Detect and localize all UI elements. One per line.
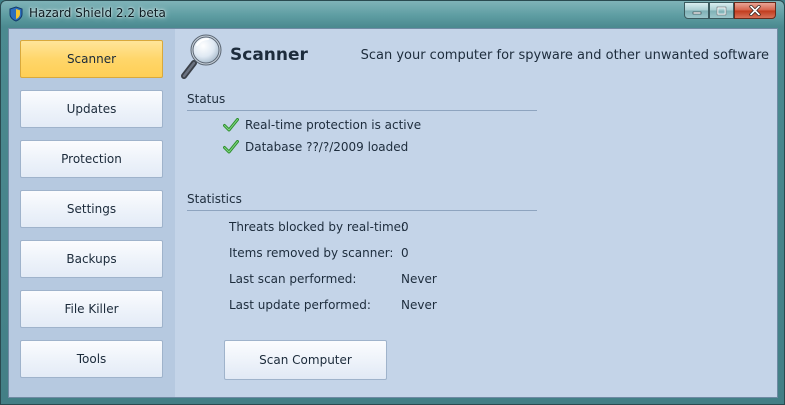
green-check-icon <box>223 140 239 154</box>
sidebar-item-scanner[interactable]: Scanner <box>20 40 163 78</box>
statistics-divider <box>187 210 537 211</box>
page-header: Scanner Scan your computer for spyware a… <box>175 29 777 85</box>
sidebar-item-file-killer[interactable]: File Killer <box>20 290 163 328</box>
stat-label: Items removed by scanner: <box>229 246 394 260</box>
status-text: Real-time protection is active <box>245 118 422 132</box>
stat-value: 0 <box>401 220 409 234</box>
app-window: Hazard Shield 2.2 beta Scanner Updates P… <box>0 0 785 405</box>
stat-label: Last update performed: <box>229 298 371 312</box>
sidebar-item-settings[interactable]: Settings <box>20 190 163 228</box>
status-section-label: Status <box>187 92 226 106</box>
sidebar: Scanner Updates Protection Settings Back… <box>9 29 175 397</box>
minimize-icon <box>692 11 701 14</box>
green-check-icon <box>223 118 239 132</box>
sidebar-item-tools[interactable]: Tools <box>20 340 163 378</box>
title-bar[interactable]: Hazard Shield 2.2 beta <box>1 1 784 27</box>
status-item-realtime: Real-time protection is active <box>223 118 421 132</box>
main-panel: Scanner Scan your computer for spyware a… <box>175 29 777 397</box>
stat-label: Threats blocked by real-time: <box>229 220 406 234</box>
page-title: Scanner <box>230 45 308 65</box>
shield-icon <box>9 6 23 22</box>
stat-label: Last scan performed: <box>229 272 357 286</box>
minimize-button[interactable] <box>684 2 709 19</box>
client-area: Scanner Updates Protection Settings Back… <box>8 28 778 398</box>
stat-value: 0 <box>401 246 409 260</box>
sidebar-item-updates[interactable]: Updates <box>20 90 163 128</box>
stat-value: Never <box>401 272 437 286</box>
window-title: Hazard Shield 2.2 beta <box>29 6 166 20</box>
status-divider <box>187 110 537 111</box>
scan-computer-button[interactable]: Scan Computer <box>224 340 387 380</box>
page-subtitle: Scan your computer for spyware and other… <box>360 48 769 63</box>
close-icon <box>749 5 761 16</box>
sidebar-item-protection[interactable]: Protection <box>20 140 163 178</box>
stat-value: Never <box>401 298 437 312</box>
status-item-database: Database ??/?/2009 loaded <box>223 140 408 154</box>
status-text: Database ??/?/2009 loaded <box>245 140 409 154</box>
magnifier-icon <box>181 34 222 79</box>
caption-buttons <box>684 2 776 20</box>
maximize-icon <box>716 6 727 15</box>
close-button[interactable] <box>734 2 776 19</box>
sidebar-item-backups[interactable]: Backups <box>20 240 163 278</box>
statistics-section-label: Statistics <box>187 192 242 206</box>
maximize-button[interactable] <box>709 2 734 19</box>
